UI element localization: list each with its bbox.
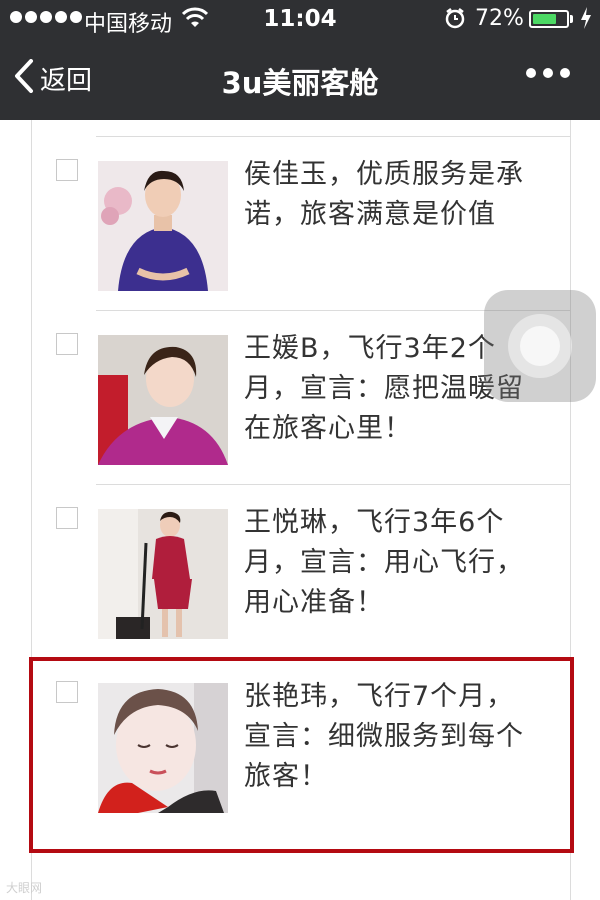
status-bar: 中国移动 11:04 72%	[0, 0, 600, 38]
back-button[interactable]: 返回	[14, 56, 92, 100]
navigation-bar: 返回 3u美丽客舱	[0, 38, 600, 120]
stewardess-purple-uniform-photo	[98, 161, 228, 291]
watermark-logo: 大眼网	[6, 881, 43, 895]
charging-icon	[579, 6, 593, 36]
item-caption: 侯佳玉，优质服务是承诺，旅客满意是价值	[244, 159, 524, 230]
alarm-clock-icon	[444, 7, 466, 35]
battery-icon	[529, 10, 569, 28]
item-checkbox[interactable]	[56, 333, 78, 355]
more-dots-icon	[526, 68, 536, 78]
stewardess-pink-uniform-selfie-photo	[98, 335, 228, 465]
chevron-left-icon	[14, 59, 34, 97]
stewardess-red-scarf-closeup-photo	[98, 683, 228, 813]
item-checkbox[interactable]	[56, 159, 78, 181]
more-options-button[interactable]	[526, 68, 570, 78]
stewardess-red-uniform-full-body-photo	[98, 509, 228, 639]
battery-level-fill	[533, 14, 556, 24]
list-right-border	[570, 120, 571, 900]
article-content[interactable]: 侯佳玉，优质服务是承诺，旅客满意是价值 王媛B，飞行3年2个月，宣言：愿把温暖留…	[0, 120, 600, 900]
battery-percent: 72%	[475, 6, 524, 31]
item-caption: 王悦琳，飞行3年6个月，宣言：用心飞行，用心准备！	[244, 507, 524, 618]
item-caption: 张艳玮，飞行7个月，宣言：细微服务到每个旅客！	[244, 681, 524, 792]
item-checkbox[interactable]	[56, 681, 78, 703]
assistive-touch-icon[interactable]	[484, 290, 596, 402]
item-checkbox[interactable]	[56, 507, 78, 529]
list-item: 王悦琳，飞行3年6个月，宣言：用心飞行，用心准备！	[32, 485, 570, 659]
list-item: 张艳玮，飞行7个月，宣言：细微服务到每个旅客！	[32, 659, 570, 833]
battery-tip	[570, 15, 573, 23]
back-button-label: 返回	[40, 65, 93, 96]
list-item: 侯佳玉，优质服务是承诺，旅客满意是价值	[32, 137, 570, 311]
